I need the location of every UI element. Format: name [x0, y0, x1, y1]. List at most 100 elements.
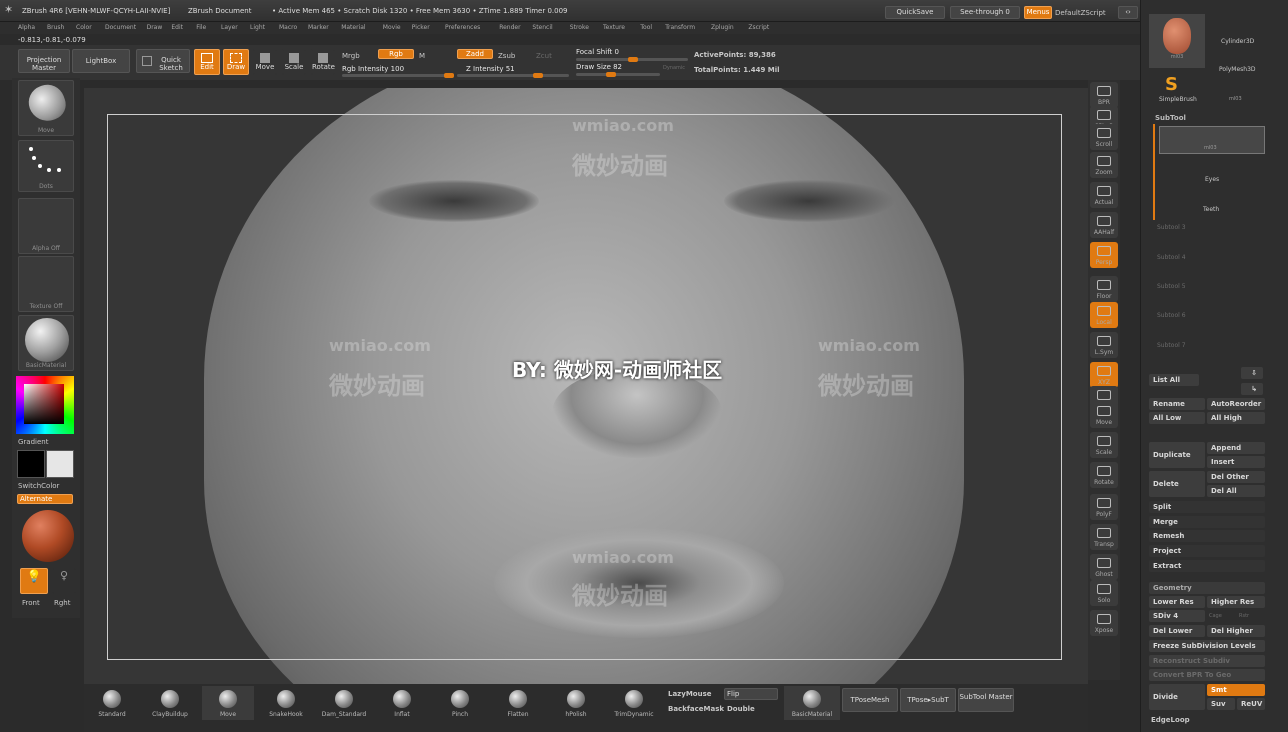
viewport-canvas[interactable]: wmiao.com 微妙动画 wmiao.com 微妙动画 wmiao.com …: [84, 88, 1088, 684]
menu-item-light[interactable]: Light: [250, 24, 265, 31]
scale-button[interactable]: Scale: [282, 49, 306, 75]
shelf-scroll-button[interactable]: Scroll: [1090, 124, 1118, 150]
shelf-rotate-button[interactable]: Rotate: [1090, 462, 1118, 488]
brush-snakehook-button[interactable]: SnakeHook: [260, 686, 312, 720]
menu-item-draw[interactable]: Draw: [147, 24, 163, 31]
draw-button[interactable]: Draw: [223, 49, 249, 75]
menu-item-zscript[interactable]: Zscript: [748, 24, 769, 31]
focal-shift-track[interactable]: [576, 57, 688, 62]
projection-master-button[interactable]: Projection Master: [18, 49, 70, 73]
subtool-empty-3[interactable]: Subtool 3: [1157, 224, 1186, 231]
shelf-scale-button[interactable]: Scale: [1090, 432, 1118, 458]
shelf-bpr-button[interactable]: BPR: [1090, 82, 1118, 108]
shelf-persp-button[interactable]: Persp: [1090, 242, 1118, 268]
arrow-down-icon[interactable]: ⇩: [1241, 367, 1263, 379]
focal-shift-slider[interactable]: Focal Shift 0: [576, 48, 619, 56]
flip-button[interactable]: Flip: [724, 688, 778, 700]
duplicate-button[interactable]: Duplicate: [1149, 442, 1205, 468]
backface-mask-button[interactable]: BackfaceMask: [668, 705, 724, 713]
subtool-item-eyes[interactable]: Eyes: [1205, 176, 1219, 183]
append-button[interactable]: Append: [1207, 442, 1265, 454]
split-button[interactable]: Split: [1149, 501, 1265, 513]
shelf-move-button[interactable]: Move: [1090, 402, 1118, 428]
menu-item-document[interactable]: Document: [105, 24, 136, 31]
brush-flatten-button[interactable]: Flatten: [492, 686, 544, 720]
alpha-picker[interactable]: Alpha Off: [18, 198, 74, 254]
simplebrush-icon[interactable]: S: [1165, 74, 1178, 95]
switch-color-button[interactable]: SwitchColor: [18, 482, 59, 490]
material-picker[interactable]: BasicMaterial: [18, 315, 74, 371]
suv-toggle[interactable]: Suv: [1207, 698, 1235, 710]
project-button[interactable]: Project: [1149, 545, 1265, 557]
quick-sketch-button[interactable]: Quick Sketch: [136, 49, 190, 73]
menu-item-transform[interactable]: Transform: [665, 24, 695, 31]
menu-item-stencil[interactable]: Stencil: [532, 24, 552, 31]
tool-label-simplebrush[interactable]: SimpleBrush: [1159, 96, 1197, 103]
brush-standard-button[interactable]: Standard: [86, 686, 138, 720]
menu-item-color[interactable]: Color: [76, 24, 92, 31]
rename-button[interactable]: Rename: [1149, 398, 1205, 410]
list-all-button[interactable]: List All: [1149, 374, 1199, 386]
menu-item-zplugin[interactable]: Zplugin: [711, 24, 734, 31]
back-light-button[interactable]: ♀: [52, 568, 76, 594]
remesh-button[interactable]: Remesh: [1149, 530, 1265, 542]
default-zscript-label[interactable]: DefaultZScript: [1055, 9, 1106, 17]
quicksave-button[interactable]: QuickSave: [885, 6, 945, 19]
color-square[interactable]: [24, 384, 64, 424]
delete-button[interactable]: Delete: [1149, 471, 1205, 497]
menu-item-render[interactable]: Render: [499, 24, 520, 31]
double-button[interactable]: Double: [727, 705, 755, 713]
freeze-subdivision-button[interactable]: Freeze SubDivision Levels: [1149, 640, 1265, 652]
shelf-aahalf-button[interactable]: AAHalf: [1090, 212, 1118, 238]
shelf-polyf-button[interactable]: PolyF: [1090, 494, 1118, 520]
menu-item-alpha[interactable]: Alpha: [18, 24, 35, 31]
draw-size-slider[interactable]: Draw Size 82: [576, 63, 622, 71]
layout-prev-icon[interactable]: ‹›: [1118, 6, 1138, 19]
tposemesh-button[interactable]: TPoseMesh: [842, 688, 898, 712]
shelf-actual-button[interactable]: Actual: [1090, 182, 1118, 208]
zsub-button[interactable]: Zsub: [498, 52, 515, 60]
menu-item-brush[interactable]: Brush: [47, 24, 64, 31]
divide-button[interactable]: Divide: [1149, 684, 1205, 710]
stroke-picker[interactable]: Dots: [18, 140, 74, 192]
m-button[interactable]: M: [419, 52, 425, 60]
menu-item-material[interactable]: Material: [341, 24, 365, 31]
smt-toggle[interactable]: Smt: [1207, 684, 1265, 696]
rgb-intensity-slider[interactable]: Rgb Intensity 100: [342, 65, 404, 73]
shelf-transp-button[interactable]: Transp: [1090, 524, 1118, 550]
rotate-button[interactable]: Rotate: [311, 49, 335, 75]
sdiv-slider[interactable]: SDiv 4: [1149, 610, 1205, 622]
lightbox-button[interactable]: LightBox: [72, 49, 130, 73]
cage-button[interactable]: Cage: [1209, 613, 1222, 619]
rstr-button[interactable]: Rstr: [1239, 613, 1249, 619]
shelf-ghost-button[interactable]: Ghost: [1090, 554, 1118, 580]
all-high-button[interactable]: All High: [1207, 412, 1265, 424]
subtool-empty-6[interactable]: Subtool 6: [1157, 312, 1186, 319]
merge-button[interactable]: Merge: [1149, 516, 1265, 528]
primary-color-swatch[interactable]: [17, 450, 45, 478]
rgb-intensity-track[interactable]: [342, 73, 454, 78]
subtool-title[interactable]: SubTool: [1155, 114, 1186, 122]
menu-item-edit[interactable]: Edit: [171, 24, 183, 31]
menu-item-movie[interactable]: Movie: [383, 24, 401, 31]
lower-res-button[interactable]: Lower Res: [1149, 596, 1205, 608]
z-intensity-track[interactable]: [457, 73, 569, 78]
extract-button[interactable]: Extract: [1149, 560, 1265, 572]
tool-label-polymesh3d[interactable]: PolyMesh3D: [1219, 66, 1256, 73]
arrow-corner-icon[interactable]: ↳: [1241, 383, 1263, 395]
texture-picker[interactable]: Texture Off: [18, 256, 74, 312]
shelf-xyz-button[interactable]: XYZ: [1090, 362, 1118, 388]
front-light-button[interactable]: 💡: [20, 568, 48, 594]
subtool-master-button[interactable]: SubTool Master: [958, 688, 1014, 712]
red-material-sphere-icon[interactable]: [22, 510, 74, 562]
dynamic-button[interactable]: Dynamic: [663, 65, 685, 71]
geometry-header[interactable]: Geometry: [1149, 582, 1265, 594]
higher-res-button[interactable]: Higher Res: [1207, 596, 1265, 608]
menu-item-texture[interactable]: Texture: [603, 24, 625, 31]
basic-material-button[interactable]: BasicMaterial: [784, 686, 840, 720]
alternate-button[interactable]: Alternate: [17, 494, 73, 504]
menu-item-stroke[interactable]: Stroke: [570, 24, 589, 31]
shelf-floor-button[interactable]: Floor: [1090, 276, 1118, 302]
menus-toggle[interactable]: Menus: [1024, 6, 1052, 19]
subtool-item-ml03[interactable]: ml03: [1159, 126, 1265, 154]
